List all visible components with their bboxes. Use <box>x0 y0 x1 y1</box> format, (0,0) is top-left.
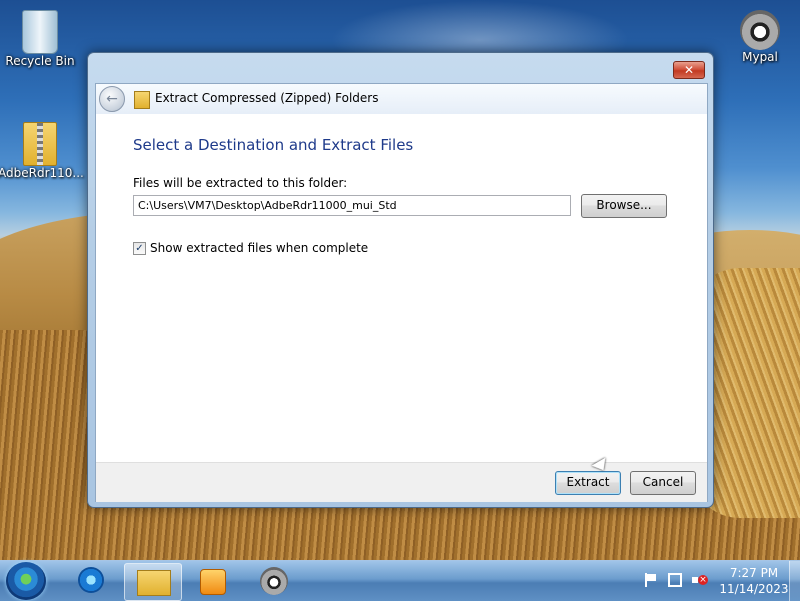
zip-folder-icon <box>23 122 57 166</box>
dialog-client-area: ← Extract Compressed (Zipped) Folders Se… <box>95 83 708 502</box>
show-desktop-button[interactable] <box>789 561 800 601</box>
desktop-icon-label: Mypal <box>742 50 778 64</box>
extract-button[interactable]: Extract <box>555 471 621 495</box>
back-arrow-icon[interactable]: ← <box>99 86 125 112</box>
page-heading: Select a Destination and Extract Files <box>133 136 414 154</box>
recycle-bin-icon <box>22 10 58 54</box>
taskbar-item-internet-explorer[interactable] <box>62 563 118 599</box>
clock-time: 7:27 PM <box>729 566 779 580</box>
mypal-browser-icon <box>740 10 780 50</box>
taskbar-item-mypal[interactable] <box>248 563 304 599</box>
desktop-icon-recycle-bin[interactable]: Recycle Bin <box>0 4 82 68</box>
media-player-icon <box>200 569 226 595</box>
desktop-icon-zip-folder[interactable]: AdbeRdr110... <box>0 118 84 180</box>
ie-icon <box>78 567 104 593</box>
taskbar-item-media-player[interactable] <box>186 563 242 599</box>
dialog-header: ← Extract Compressed (Zipped) Folders <box>96 84 707 114</box>
destination-path-input[interactable] <box>133 195 571 216</box>
destination-label: Files will be extracted to this folder: <box>133 176 348 190</box>
taskbar: 7:27 PM 11/14/2023 <box>0 560 800 601</box>
action-center-flag-icon[interactable] <box>643 573 657 587</box>
taskbar-clock[interactable]: 7:27 PM 11/14/2023 <box>716 565 792 597</box>
cancel-button[interactable]: Cancel <box>630 471 696 495</box>
browse-button[interactable]: Browse... <box>581 194 667 218</box>
dialog-footer: Extract Cancel <box>96 462 707 502</box>
close-button[interactable]: ✕ <box>673 61 705 79</box>
network-icon[interactable] <box>668 573 682 587</box>
desktop-icon-label: Recycle Bin <box>5 54 75 68</box>
start-button[interactable] <box>6 562 46 600</box>
show-files-option[interactable]: ✓ Show extracted files when complete <box>133 241 368 255</box>
show-files-checkbox[interactable]: ✓ <box>133 241 146 255</box>
extract-dialog: ✕ ← Extract Compressed (Zipped) Folders … <box>87 52 714 508</box>
clock-date: 11/14/2023 <box>719 582 789 596</box>
folder-icon <box>137 570 171 596</box>
show-files-checkbox-label: Show extracted files when complete <box>150 241 369 255</box>
dialog-title: Extract Compressed (Zipped) Folders <box>155 91 379 105</box>
zip-folder-icon <box>134 91 150 109</box>
desktop-icon-mypal[interactable]: Mypal <box>718 4 800 64</box>
raccoon-icon <box>260 567 288 595</box>
taskbar-item-windows-explorer[interactable] <box>124 563 182 601</box>
desktop-icon-label: AdbeRdr110... <box>0 166 84 180</box>
volume-muted-icon[interactable] <box>692 573 708 587</box>
